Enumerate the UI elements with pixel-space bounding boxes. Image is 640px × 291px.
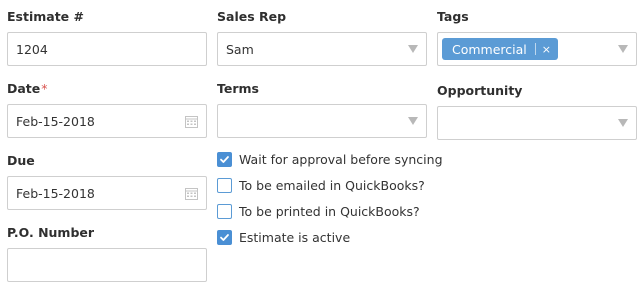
tags-select[interactable]: Commercial × [437,32,637,66]
opportunity-label: Opportunity [437,83,523,98]
wait-approval-checkbox[interactable] [217,152,232,167]
due-input[interactable]: Feb-15-2018 [7,176,207,210]
emailed-label: To be emailed in QuickBooks? [239,178,425,193]
checkbox-row-emailed[interactable]: To be emailed in QuickBooks? [217,178,425,193]
wait-approval-label: Wait for approval before syncing [239,152,443,167]
checkbox-row-active[interactable]: Estimate is active [217,230,350,245]
terms-select[interactable] [217,104,427,138]
estimate-number-value: 1204 [16,41,48,57]
calendar-icon[interactable] [185,115,198,128]
estimate-number-label: Estimate # [7,9,84,24]
po-number-label: P.O. Number [7,225,95,240]
emailed-checkbox[interactable] [217,178,232,193]
date-label-text: Date [7,81,41,96]
required-marker: * [41,81,48,96]
date-input[interactable]: Feb-15-2018 [7,104,207,138]
checkbox-row-wait-approval[interactable]: Wait for approval before syncing [217,152,443,167]
sales-rep-select[interactable]: Sam [217,32,427,66]
estimate-number-input[interactable]: 1204 [7,32,207,66]
due-value: Feb-15-2018 [16,185,95,201]
checkmark-icon [220,234,229,241]
chevron-down-icon[interactable] [618,45,628,53]
checkbox-row-printed[interactable]: To be printed in QuickBooks? [217,204,420,219]
tag-chip: Commercial × [442,38,558,60]
calendar-icon[interactable] [185,187,198,200]
terms-label: Terms [217,81,259,96]
chevron-down-icon[interactable] [408,45,418,53]
date-label: Date* [7,81,48,96]
tag-label: Commercial [452,41,527,57]
due-label: Due [7,153,35,168]
date-value: Feb-15-2018 [16,113,95,129]
opportunity-select[interactable] [437,106,637,140]
tag-divider [534,43,536,55]
chevron-down-icon[interactable] [408,117,418,125]
printed-checkbox[interactable] [217,204,232,219]
checkmark-icon [220,156,229,163]
chevron-down-icon[interactable] [618,119,628,127]
printed-label: To be printed in QuickBooks? [239,204,420,219]
sales-rep-value: Sam [226,41,254,57]
po-number-input[interactable] [7,248,207,282]
tags-list: Commercial × [442,38,612,60]
active-label: Estimate is active [239,230,351,245]
sales-rep-label: Sales Rep [217,9,287,24]
tag-remove-icon[interactable]: × [542,43,551,56]
active-checkbox[interactable] [217,230,232,245]
tags-label: Tags [437,9,469,24]
